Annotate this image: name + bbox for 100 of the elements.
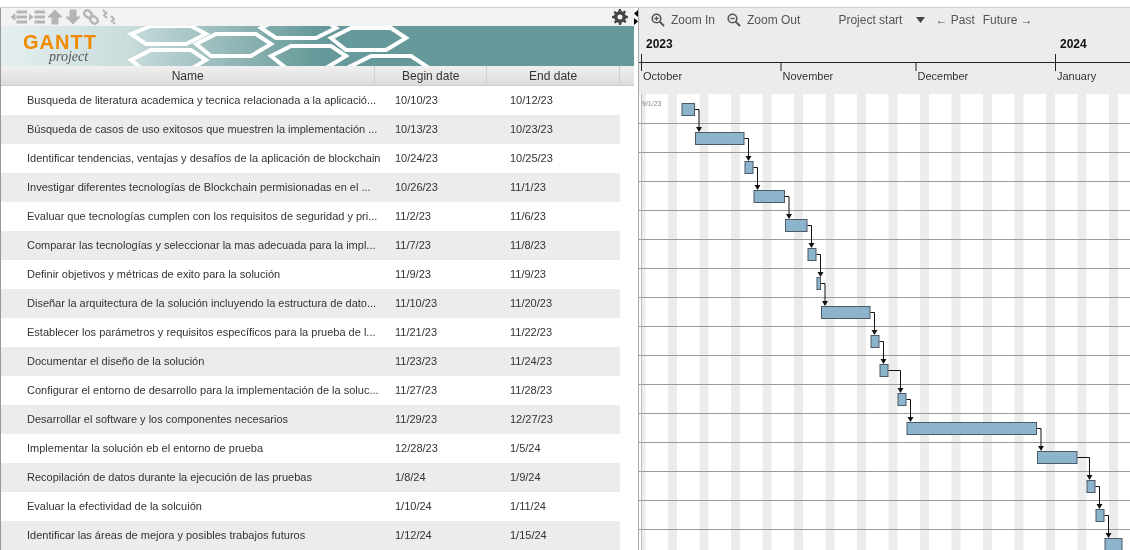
begin-date: 11/23/23: [395, 355, 437, 368]
task-name: Búsqueda de casos de uso exitosos que muestren la implementación ...: [27, 123, 378, 136]
task-bar[interactable]: [870, 335, 880, 348]
begin-date: 1/8/24: [395, 471, 426, 484]
year-label: 2024: [1060, 37, 1087, 51]
task-bar[interactable]: [695, 132, 745, 145]
begin-date: 11/27/23: [395, 384, 437, 397]
end-date: 1/11/24: [510, 500, 546, 513]
task-bar[interactable]: [1037, 451, 1078, 464]
table-row[interactable]: Recopilación de datos durante la ejecución de las pruebas 1/8/24 1/9/24: [1, 463, 620, 492]
dependency-arrow: [1077, 457, 1093, 480]
task-bar[interactable]: [1086, 480, 1096, 493]
end-date: 12/27/23: [510, 413, 553, 426]
dependency-arrow: [807, 225, 815, 248]
begin-date: 1/12/24: [395, 529, 432, 542]
table-row[interactable]: Diseñar la arquitectura de la solución incluyendo la estructura de dato... 11/10/23 11/20/23: [1, 289, 620, 318]
task-name: Documentar el diseño de la solución: [27, 355, 205, 368]
future-button[interactable]: Future →: [982, 10, 1033, 29]
table-row[interactable]: Investigar diferentes tecnologías de Blockchain permisionadas en el ... 10/26/23 11/1/23: [1, 173, 620, 202]
task-bar[interactable]: [879, 364, 889, 377]
dependency-arrow: [816, 254, 824, 277]
project-start-label: Project start: [838, 11, 903, 29]
end-date: 10/23/23: [510, 123, 553, 136]
task-name: Definir objetivos y métricas de exito para la solución: [27, 268, 281, 281]
dependency-arrow: [753, 167, 761, 190]
begin-date: 11/29/23: [395, 413, 437, 426]
dependency-arrow: [906, 399, 914, 422]
zoom-in-button[interactable]: Zoom In: [651, 10, 715, 29]
begin-date: 10/24/23: [395, 152, 438, 165]
task-name: Evaluar la efectividad de la solcuión: [27, 500, 202, 513]
settings-icon[interactable]: [612, 9, 628, 26]
column-header[interactable]: Name: [1, 66, 376, 85]
task-bar[interactable]: [785, 219, 808, 232]
begin-date: 12/28/23: [395, 442, 438, 455]
dependency-arrow: [1104, 515, 1112, 538]
task-name: Establecer los parámetros y requisitos específicos para la prueba de l...: [27, 326, 376, 339]
begin-date: 11/2/23: [395, 210, 431, 223]
task-bar[interactable]: [1095, 509, 1105, 522]
task-name: Desarrollar el software y los componentes necesarios: [27, 413, 289, 426]
month-label: November: [782, 70, 834, 82]
end-date: 10/25/23: [510, 152, 553, 165]
dependency-arrow: [1095, 486, 1103, 509]
begin-date: 10/10/23: [395, 94, 438, 107]
zoom-out-button[interactable]: Zoom Out: [727, 10, 801, 29]
end-date: 11/9/23: [510, 268, 546, 281]
task-name: Comparar las tecnologías y seleccionar la mas adecuada para la impl...: [27, 239, 376, 252]
task-bar[interactable]: [897, 393, 907, 406]
month-label: December: [917, 70, 969, 82]
dependency-arrow: [888, 370, 904, 393]
task-name: Identificar tendencias, ventajas y desafíos de la aplicación de blockchain: [27, 152, 381, 165]
task-bar[interactable]: [816, 277, 821, 290]
task-bar[interactable]: [821, 306, 871, 319]
task-bar[interactable]: [1104, 538, 1123, 550]
dependency-arrow: [820, 283, 828, 306]
dependency-arrow: [870, 312, 878, 335]
begin-date: 1/10/24: [395, 500, 432, 513]
dependency-arrow: [1036, 428, 1044, 451]
table-row[interactable]: Identificar las áreas de mejora y posibles trabajos futuros 1/12/24 1/15/24: [1, 521, 620, 550]
end-date: 11/28/23: [510, 384, 552, 397]
end-date: 11/24/23: [510, 355, 552, 368]
task-bar[interactable]: [906, 422, 1037, 435]
logo-subtitle: project: [49, 50, 90, 65]
task-name: Investigar diferentes tecnologías de Blockchain permisionadas en el ...: [27, 181, 371, 194]
dependency-arrow: [744, 138, 752, 161]
table-row[interactable]: Búsqueda de casos de uso exitosos que muestren la implementación ... 10/13/23 10/23/23: [1, 115, 620, 144]
begin-date: 10/26/23: [395, 181, 438, 194]
task-name: Evaluar que tecnologías cumplen con los requisitos de seguridad y pri...: [27, 210, 378, 223]
dropdown-icon[interactable]: [916, 16, 926, 23]
end-date: 11/1/23: [510, 181, 546, 194]
task-bar[interactable]: [807, 248, 817, 261]
task-name: Recopilación de datos durante la ejecución de las pruebas: [27, 471, 312, 484]
begin-date: 11/7/23: [395, 239, 431, 252]
task-name: Busqueda de literatura academica y tecnica relacionada a la aplicació...: [27, 94, 377, 107]
task-name: Configurar el entorno de desarrollo para la implementación de la soluc...: [27, 384, 379, 397]
end-date: 11/6/23: [510, 210, 546, 223]
dependency-arrow: [879, 341, 887, 364]
task-bar[interactable]: [681, 103, 695, 116]
past-button[interactable]: ← Past: [935, 10, 975, 29]
begin-date: 11/10/23: [395, 297, 437, 310]
column-header[interactable]: End date: [487, 66, 620, 85]
task-name: Diseñar la arquitectura de la solución incluyendo la estructura de dato...: [27, 297, 377, 310]
begin-date: 10/13/23: [395, 123, 438, 136]
task-bar[interactable]: [753, 190, 785, 203]
begin-date: 11/9/23: [395, 268, 431, 281]
zoom-out-icon: [727, 12, 741, 27]
year-label: 2023: [646, 37, 673, 51]
dependency-arrow: [784, 196, 792, 219]
table-row[interactable]: Desarrollar el software y los componentes necesarios 11/29/23 12/27/23: [1, 405, 620, 434]
task-name: Implementar la solución eb el entorno de prueba: [27, 442, 264, 455]
table-row[interactable]: Documentar el diseño de la solución 11/23/23 11/24/23: [1, 347, 620, 376]
dependency-arrow: [694, 109, 702, 132]
end-date: 1/5/24: [510, 442, 541, 455]
end-date: 11/22/23: [510, 326, 552, 339]
month-label: January: [1057, 70, 1097, 82]
table-row[interactable]: Comparar las tecnologías y seleccionar la mas adecuada para la impl... 11/7/23 11/8/23: [1, 231, 620, 260]
task-name: Identificar las áreas de mejora y posibles trabajos futuros: [27, 529, 306, 542]
task-bar[interactable]: [744, 161, 754, 174]
column-header[interactable]: Begin date: [375, 66, 488, 85]
end-date: 11/8/23: [510, 239, 546, 252]
month-label: October: [643, 70, 683, 82]
